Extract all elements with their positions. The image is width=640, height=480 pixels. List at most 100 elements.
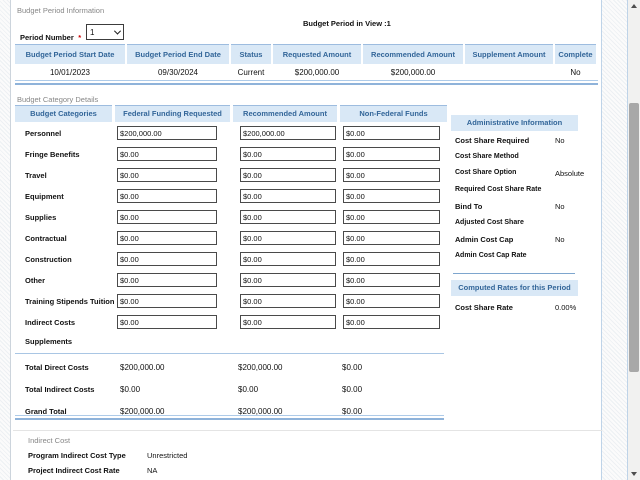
total-nonfederal-value: $0.00 bbox=[342, 385, 362, 394]
indirect-label: Program Indirect Cost Type bbox=[28, 451, 126, 460]
non-federal-funds-input[interactable] bbox=[343, 315, 440, 329]
supplements-label: Supplements bbox=[25, 337, 72, 346]
category-label: Contractual bbox=[25, 234, 67, 243]
federal-funding-input[interactable] bbox=[117, 315, 217, 329]
federal-funding-input[interactable] bbox=[117, 147, 217, 161]
recommended-amount-input[interactable] bbox=[240, 126, 336, 140]
status-cell: Current bbox=[231, 64, 271, 81]
non-federal-funds-input[interactable] bbox=[343, 273, 440, 287]
category-row-construction: Construction bbox=[15, 250, 445, 271]
admin-value: No bbox=[555, 136, 565, 145]
category-label: Equipment bbox=[25, 192, 64, 201]
period-in-view: Budget Period in View :1 bbox=[303, 19, 391, 28]
supplement-amount-cell bbox=[465, 64, 553, 81]
indirect-cost-top-rule bbox=[13, 430, 602, 431]
recommended-amount-input[interactable] bbox=[240, 273, 336, 287]
recommended-amount-input[interactable] bbox=[240, 210, 336, 224]
scroll-up-icon bbox=[631, 4, 637, 8]
category-table-header-row: Budget Categories Federal Funding Reques… bbox=[15, 105, 450, 122]
totals-top-rule bbox=[15, 353, 444, 354]
vertical-scrollbar[interactable] bbox=[628, 0, 640, 480]
column-header: Federal Funding Requested bbox=[115, 105, 230, 122]
recommended-amount-input[interactable] bbox=[240, 294, 336, 308]
total-label: Total Indirect Costs bbox=[25, 385, 94, 394]
non-federal-funds-input[interactable] bbox=[343, 252, 440, 266]
admin-label: Bind To bbox=[455, 202, 482, 211]
federal-funding-input[interactable] bbox=[117, 273, 217, 287]
admin-panel-separator bbox=[453, 273, 575, 274]
right-gutter bbox=[601, 0, 628, 480]
period-table: Budget Period Start Date Budget Period E… bbox=[15, 44, 598, 81]
category-row-contractual: Contractual bbox=[15, 229, 445, 250]
federal-funding-input[interactable] bbox=[117, 252, 217, 266]
required-marker: * bbox=[78, 33, 81, 42]
total-recommended-value: $200,000.00 bbox=[238, 363, 283, 372]
total-indirect-costs-row: Total Indirect Costs $0.00 $0.00 $0.00 bbox=[15, 381, 445, 403]
column-header: Supplement Amount bbox=[465, 44, 553, 64]
admin-value: Absolute bbox=[555, 169, 584, 178]
admin-label: Admin Cost Cap Rate bbox=[455, 252, 527, 259]
recommended-amount-input[interactable] bbox=[240, 168, 336, 182]
column-header: Budget Categories bbox=[15, 105, 112, 122]
federal-funding-input[interactable] bbox=[117, 210, 217, 224]
non-federal-funds-input[interactable] bbox=[343, 147, 440, 161]
scroll-up-button[interactable] bbox=[628, 0, 640, 12]
column-header: Requested Amount bbox=[273, 44, 361, 64]
admin-label: Cost Share Option bbox=[455, 169, 516, 176]
recommended-amount-input[interactable] bbox=[240, 231, 336, 245]
scroll-down-button[interactable] bbox=[628, 468, 640, 480]
category-row-equipment: Equipment bbox=[15, 187, 445, 208]
federal-funding-input[interactable] bbox=[117, 168, 217, 182]
period-number-select[interactable]: 1 bbox=[86, 24, 124, 40]
scrollbar-thumb[interactable] bbox=[629, 103, 639, 372]
category-label: Travel bbox=[25, 171, 47, 180]
admin-value: No bbox=[555, 235, 565, 244]
recommended-amount-input[interactable] bbox=[240, 315, 336, 329]
column-header: Status bbox=[231, 44, 271, 64]
recommended-amount-input[interactable] bbox=[240, 252, 336, 266]
non-federal-funds-input[interactable] bbox=[343, 210, 440, 224]
non-federal-funds-input[interactable] bbox=[343, 126, 440, 140]
admin-label: Admin Cost Cap bbox=[455, 235, 513, 244]
total-federal-value: $0.00 bbox=[120, 385, 140, 394]
category-details-section-title: Budget Category Details bbox=[17, 95, 98, 104]
total-direct-costs-row: Total Direct Costs $200,000.00 $200,000.… bbox=[15, 359, 445, 381]
period-info-section-title: Budget Period Information bbox=[17, 6, 104, 15]
admin-label: Cost Share Method bbox=[455, 153, 519, 160]
scroll-down-icon bbox=[631, 472, 637, 476]
non-federal-funds-input[interactable] bbox=[343, 168, 440, 182]
period-in-view-value: 1 bbox=[387, 19, 391, 28]
category-label: Fringe Benefits bbox=[25, 150, 80, 159]
non-federal-funds-input[interactable] bbox=[343, 294, 440, 308]
period-number-label: Period Number bbox=[20, 33, 74, 42]
indirect-cost-section-title: Indirect Cost bbox=[28, 436, 70, 445]
indirect-label: Project Indirect Cost Rate bbox=[28, 466, 120, 475]
category-row-travel: Travel bbox=[15, 166, 445, 187]
non-federal-funds-input[interactable] bbox=[343, 189, 440, 203]
federal-funding-input[interactable] bbox=[117, 231, 217, 245]
column-header: Recommended Amount bbox=[363, 44, 463, 64]
federal-funding-input[interactable] bbox=[117, 189, 217, 203]
column-header: Non-Federal Funds bbox=[340, 105, 447, 122]
federal-funding-input[interactable] bbox=[117, 294, 217, 308]
complete-cell: No bbox=[555, 64, 596, 81]
period-table-row: 10/01/2023 09/30/2024 Current $200,000.0… bbox=[15, 64, 598, 81]
category-row-other: Other bbox=[15, 271, 445, 292]
period-table-bottom-rule bbox=[15, 80, 598, 85]
federal-funding-input[interactable] bbox=[117, 126, 217, 140]
column-header: Recommended Amount bbox=[233, 105, 337, 122]
recommended-amount-input[interactable] bbox=[240, 147, 336, 161]
total-label: Total Direct Costs bbox=[25, 363, 89, 372]
total-federal-value: $200,000.00 bbox=[120, 363, 165, 372]
totals-bottom-rule bbox=[15, 415, 444, 420]
admin-info-title: Administrative Information bbox=[451, 115, 578, 131]
computed-value: 0.00% bbox=[555, 303, 576, 312]
category-row-personnel: Personnel bbox=[15, 124, 445, 145]
admin-value: No bbox=[555, 202, 565, 211]
non-federal-funds-input[interactable] bbox=[343, 231, 440, 245]
grand-total-row: Grand Total $200,000.00 $200,000.00 $0.0… bbox=[15, 403, 445, 425]
recommended-amount-input[interactable] bbox=[240, 189, 336, 203]
indirect-value: Unrestricted bbox=[147, 451, 187, 460]
total-recommended-value: $0.00 bbox=[238, 385, 258, 394]
column-header: Budget Period End Date bbox=[127, 44, 229, 64]
